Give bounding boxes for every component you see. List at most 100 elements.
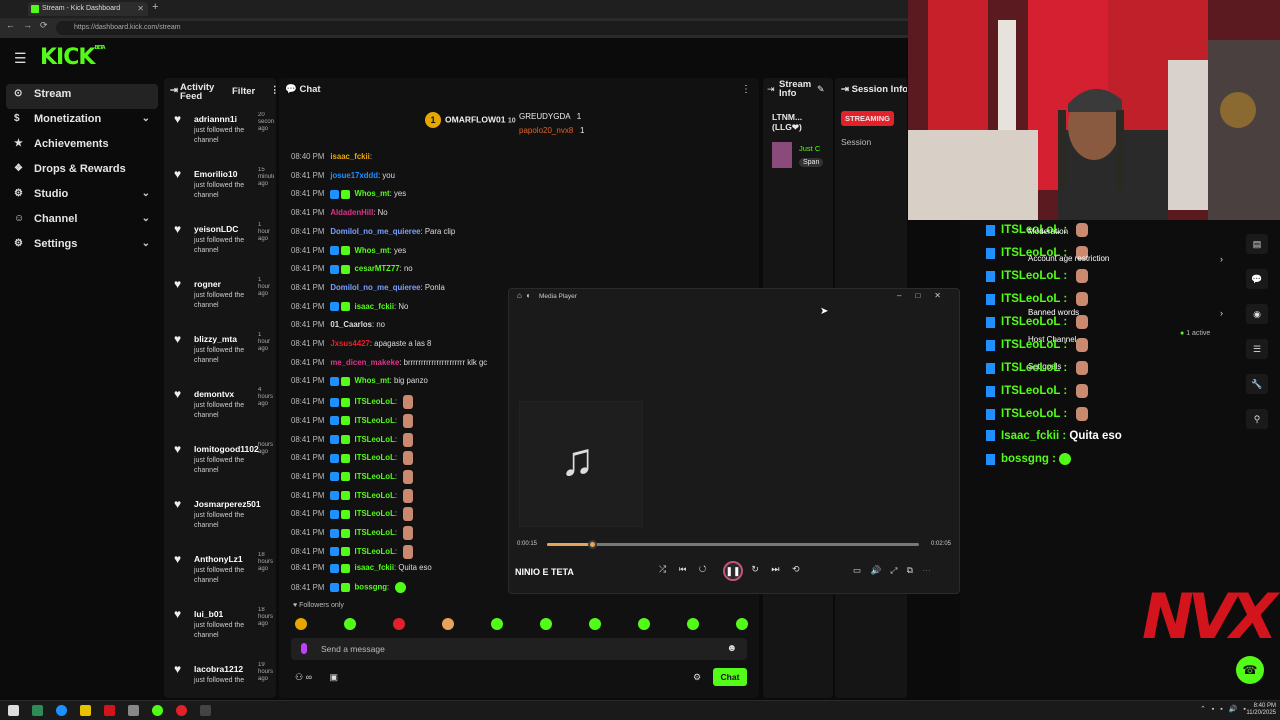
folder-icon[interactable] xyxy=(80,705,91,716)
message-user[interactable]: ITSLeoLoL xyxy=(355,491,395,500)
media-player-icon[interactable] xyxy=(200,705,211,716)
clock[interactable]: 8:40 PM 11/20/2025 xyxy=(1246,703,1276,717)
edge-icon[interactable] xyxy=(56,705,67,716)
message-user[interactable]: me_dicen_makeke xyxy=(330,358,399,367)
message-user[interactable]: ITSLeoLoL xyxy=(355,509,395,518)
message-user[interactable]: Whos_mt xyxy=(355,189,390,198)
chat-options-icon[interactable]: ⋮ xyxy=(741,84,751,95)
sidebar-item-studio[interactable]: ⚙ Studio ⌄ xyxy=(6,184,158,209)
emote-icon[interactable] xyxy=(736,618,748,630)
message-user[interactable]: ITSLeoLoL xyxy=(355,528,395,537)
chrome-icon[interactable] xyxy=(176,705,187,716)
message-user[interactable]: Domilol_no_me_quieree xyxy=(330,227,420,236)
shuffle-icon[interactable]: ⤮ xyxy=(659,564,666,574)
message-user[interactable]: ITSLeoLoL xyxy=(355,453,395,462)
chevron-down-icon[interactable]: ⌄ xyxy=(142,109,150,129)
follower-name[interactable]: blizzy_mta xyxy=(194,334,266,344)
home-icon[interactable]: ⌂ ◐ xyxy=(517,291,531,300)
edit-icon[interactable]: ✎ xyxy=(817,84,825,95)
follower-name[interactable]: lomitogood1102 xyxy=(194,444,266,454)
follower-name[interactable]: demontvx xyxy=(194,389,266,399)
cast-icon[interactable]: ⤢ xyxy=(891,565,898,575)
new-tab-button[interactable]: + xyxy=(152,1,158,13)
rewind-icon[interactable]: ↺ xyxy=(699,564,707,574)
message-user[interactable]: josue17xddd xyxy=(330,171,378,180)
app-icon[interactable] xyxy=(32,705,43,716)
emote-icon[interactable] xyxy=(589,618,601,630)
filter-button[interactable]: Filter xyxy=(232,87,255,97)
message-user[interactable]: ITSLeoLoL xyxy=(355,416,395,425)
message-user[interactable]: Whos_mt xyxy=(355,246,390,255)
sidebar-item-settings[interactable]: ⚙ Settings ⌄ xyxy=(6,234,158,259)
emote-icon[interactable] xyxy=(344,618,356,630)
miniplayer-icon[interactable]: ⧉ xyxy=(907,565,913,575)
browser-tab[interactable]: Stream - Kick Dashboard ✕ xyxy=(28,2,148,16)
previous-icon[interactable]: ⏮ xyxy=(679,564,687,574)
message-user[interactable]: isaac_fckii xyxy=(330,152,369,161)
seek-bar-thumb[interactable] xyxy=(587,540,597,549)
more-icon[interactable]: ⋯ xyxy=(922,565,931,575)
chevron-down-icon[interactable]: ⌄ xyxy=(142,209,150,229)
category-name[interactable]: Just C xyxy=(799,144,820,153)
emote-icon[interactable] xyxy=(393,618,405,630)
start-icon[interactable] xyxy=(8,705,19,716)
follower-name[interactable]: Emorilio10 xyxy=(194,169,266,179)
message-user[interactable]: AldadenHill xyxy=(330,208,373,217)
sidebar-item-monetization[interactable]: $ Monetization ⌄ xyxy=(6,109,158,134)
follower-name[interactable]: Josmarperez501 xyxy=(194,499,266,509)
follower-name[interactable]: yeisonLDC xyxy=(194,224,266,234)
collapse-arrow-icon[interactable]: ⇥ xyxy=(767,84,775,95)
message-user[interactable]: Jxsus4427 xyxy=(330,339,369,348)
seek-bar[interactable] xyxy=(547,540,919,549)
emote-icon[interactable] xyxy=(540,618,552,630)
chevron-down-icon[interactable]: ⌄ xyxy=(142,184,150,204)
app-icon[interactable] xyxy=(152,705,163,716)
sidebar-item-stream[interactable]: ⊙ Stream xyxy=(6,84,158,109)
kick-logo[interactable]: KICKBETA xyxy=(40,45,106,70)
emote-icon[interactable] xyxy=(442,618,454,630)
follower-name[interactable]: AnthonyLz1 xyxy=(194,554,266,564)
emoji-icon[interactable]: ☻ xyxy=(726,638,737,660)
message-user[interactable]: isaac_fckii xyxy=(355,563,394,572)
message-user[interactable]: Domilol_no_me_quieree xyxy=(330,283,420,292)
mic-icon[interactable] xyxy=(301,643,307,654)
follower-name[interactable]: adriannn1i xyxy=(194,114,266,124)
message-user[interactable]: 01_Caarlos xyxy=(330,320,372,329)
app-icon[interactable] xyxy=(128,705,139,716)
emote-icon[interactable] xyxy=(638,618,650,630)
sidebar-item-achievements[interactable]: ★ Achievements xyxy=(6,134,158,159)
broadcast-icon[interactable]: ◉ xyxy=(1246,304,1268,324)
collapse-arrow-icon[interactable]: ⇥ xyxy=(170,86,178,96)
help-button[interactable]: ☎ xyxy=(1236,656,1264,684)
message-user[interactable]: isaac_fckii xyxy=(355,302,394,311)
more-options-icon[interactable]: ⋮ xyxy=(270,86,276,96)
sidebar-item-channel[interactable]: ☺ Channel ⌄ xyxy=(6,209,158,234)
emote-icon[interactable] xyxy=(295,618,307,630)
message-user[interactable]: ITSLeoLoL xyxy=(355,547,395,556)
next-icon[interactable]: ⏭ xyxy=(771,564,779,574)
chat-input[interactable]: Send a message ☻ xyxy=(291,638,747,660)
moderation-option[interactable]: Moderation xyxy=(1028,227,1068,236)
pause-button[interactable]: ❚❚ xyxy=(723,561,743,581)
message-user[interactable]: ITSLeoLoL xyxy=(355,397,395,406)
message-user[interactable]: bossgng xyxy=(355,583,388,592)
chat-tools-icon[interactable]: ⚇ ∞ ▣ xyxy=(295,672,338,683)
follower-name[interactable]: lui_b01 xyxy=(194,609,266,619)
message-user[interactable]: cesarMTZ77 xyxy=(355,264,400,273)
menu-icon[interactable]: ☰ xyxy=(14,50,27,67)
chat-send-button[interactable]: Chat xyxy=(713,668,747,686)
follower-name[interactable]: rogner xyxy=(194,279,266,289)
emote-icon[interactable] xyxy=(687,618,699,630)
caption-icon[interactable]: ▭ xyxy=(853,565,861,575)
app-icon[interactable] xyxy=(104,705,115,716)
wrench-icon[interactable]: 🔧 xyxy=(1246,374,1268,394)
list-icon[interactable]: ☰ xyxy=(1246,339,1268,359)
url-input[interactable]: https://dashboard.kick.com/stream xyxy=(56,21,916,35)
chevron-right-icon[interactable]: › xyxy=(1220,254,1223,264)
message-user[interactable]: ITSLeoLoL xyxy=(355,435,395,444)
emote-icon[interactable] xyxy=(491,618,503,630)
window-controls[interactable]: –□✕ xyxy=(897,291,955,300)
plug-icon[interactable]: ⚲ xyxy=(1246,409,1268,429)
repeat-off-icon[interactable]: ⟲ xyxy=(792,564,800,574)
nav-buttons[interactable]: ←→⟳ xyxy=(6,20,56,31)
